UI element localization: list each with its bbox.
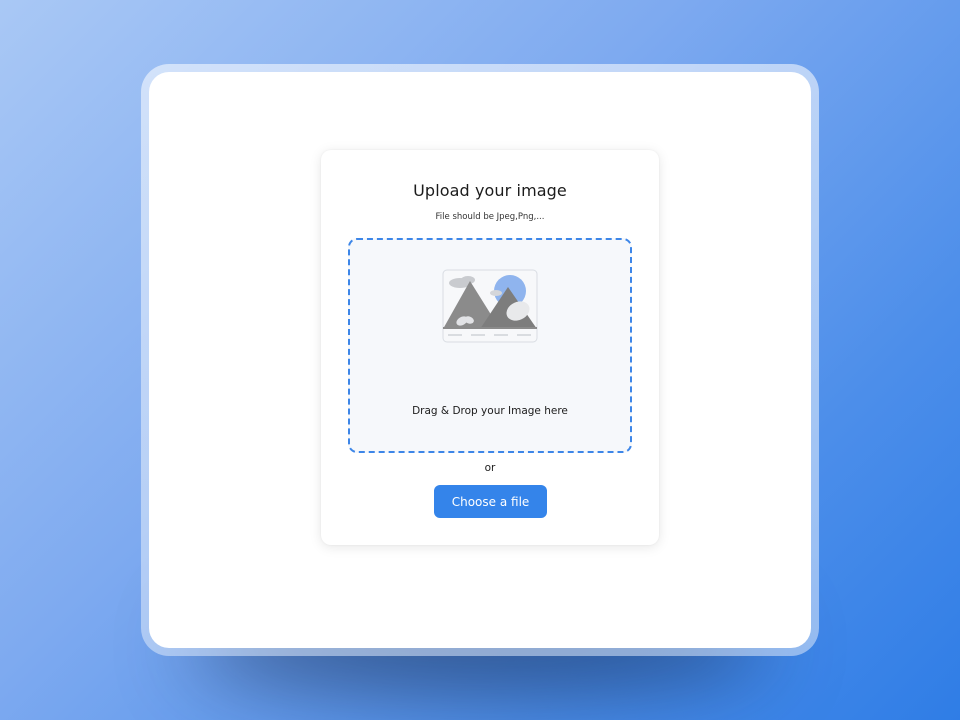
image-placeholder-icon — [442, 269, 538, 343]
upload-subtitle: File should be Jpeg,Png,... — [435, 212, 545, 222]
or-separator: or — [484, 462, 496, 474]
choose-file-button[interactable]: Choose a file — [434, 485, 547, 518]
drop-zone-label: Drag & Drop your Image here — [412, 405, 568, 417]
upload-title: Upload your image — [413, 181, 567, 200]
